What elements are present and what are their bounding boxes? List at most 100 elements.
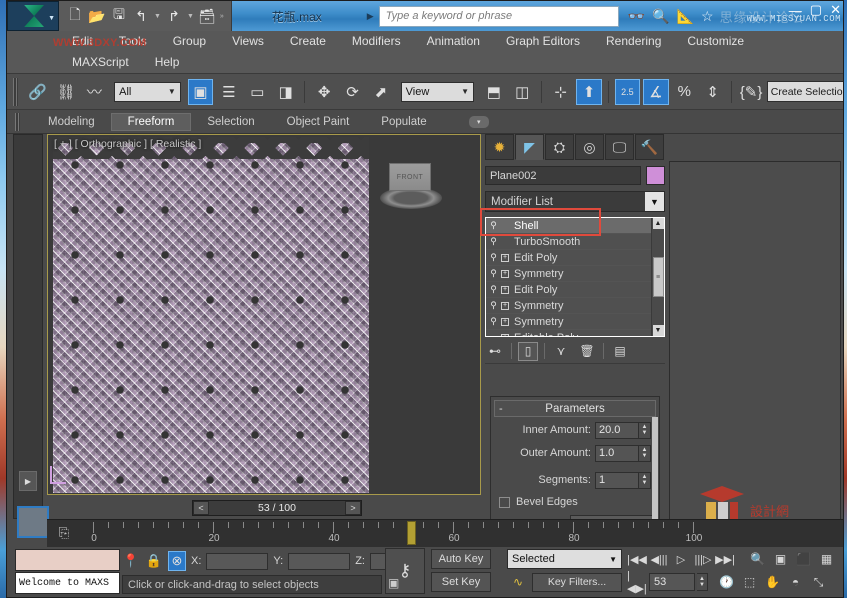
menu-rendering[interactable]: Rendering: [593, 31, 674, 52]
spinner-arrows-icon[interactable]: ▲▼: [639, 472, 651, 489]
tab-object-paint[interactable]: Object Paint: [271, 114, 366, 130]
create-selection-set-input[interactable]: Create Selection: [767, 81, 844, 102]
zoom-tool-icon[interactable]: 🔍: [747, 549, 768, 569]
reference-coordinate-dropdown[interactable]: View ▼: [401, 82, 474, 102]
expand-icon[interactable]: +: [501, 302, 509, 310]
go-to-start-button[interactable]: |◀◀: [627, 549, 647, 569]
lightbulb-icon[interactable]: ⚲: [489, 220, 498, 232]
modifier-stack-row-turbosmooth[interactable]: ⚲ + TurboSmooth: [486, 234, 651, 250]
zoom-all-icon[interactable]: ▣: [770, 549, 791, 569]
modifier-stack-list[interactable]: ⚲ + Shell ⚲ + TurboSmooth ⚲ + Edit Poly …: [485, 217, 665, 337]
key-filters-button[interactable]: Key Filters...: [532, 573, 622, 592]
ribbon-minimize-icon[interactable]: ▾: [469, 116, 489, 128]
modify-tab[interactable]: ◤: [515, 134, 544, 160]
pin-icon[interactable]: 📍: [122, 551, 140, 571]
expand-icon[interactable]: +: [501, 334, 509, 337]
x-input[interactable]: [206, 553, 268, 570]
field-of-view-icon[interactable]: ⬚: [739, 572, 760, 592]
undo-icon[interactable]: ↰: [132, 6, 150, 26]
spinner-snap-icon[interactable]: ⇕: [700, 79, 725, 105]
next-frame-button[interactable]: |||▷: [693, 549, 713, 569]
title-dropdown-icon[interactable]: ▶: [362, 11, 379, 22]
redo-icon[interactable]: ↱: [165, 6, 183, 26]
select-by-name-icon[interactable]: ☰: [216, 79, 241, 105]
create-tab[interactable]: ✹: [485, 134, 514, 160]
unlink-selection-icon[interactable]: ⛓: [53, 79, 78, 105]
key-mode-dropdown[interactable]: Selected ▼: [507, 549, 622, 569]
ribbon-grip[interactable]: [15, 113, 20, 131]
menu-modifiers[interactable]: Modifiers: [339, 31, 414, 52]
menu-views[interactable]: Views: [219, 31, 277, 52]
layer-manager-icon[interactable]: ⬆: [576, 79, 601, 105]
adaptive-degradation-icon[interactable]: ▣: [388, 576, 399, 590]
menu-graph-editors[interactable]: Graph Editors: [493, 31, 593, 52]
expand-icon[interactable]: +: [501, 254, 509, 262]
hierarchy-tab[interactable]: ⛭: [545, 134, 574, 160]
zoom-extents-all-icon[interactable]: ▦: [816, 549, 837, 569]
object-name-input[interactable]: Plane002: [485, 166, 641, 185]
toolbar-grip[interactable]: [13, 78, 18, 106]
tab-populate[interactable]: Populate: [365, 114, 442, 130]
modifier-stack-row-symmetry-3[interactable]: ⚲ + Symmetry: [486, 314, 651, 330]
play-animation-button[interactable]: ▷: [671, 549, 691, 569]
lightbulb-icon[interactable]: ⚲: [489, 316, 498, 328]
parameters-rollout-header[interactable]: - Parameters: [494, 400, 656, 417]
project-folder-icon[interactable]: 🗃: [198, 6, 216, 26]
show-end-result-button[interactable]: ▯: [518, 342, 538, 361]
inner-amount-stepper[interactable]: 20.0 ▲▼: [595, 422, 651, 439]
view-cube[interactable]: FRONT: [380, 163, 442, 211]
select-and-scale-icon[interactable]: ⬈: [368, 79, 393, 105]
time-slider-handle[interactable]: [407, 521, 416, 545]
spinner-arrows-icon[interactable]: ▲▼: [639, 422, 651, 439]
expand-icon[interactable]: +: [501, 286, 509, 294]
modifier-stack-row-shell[interactable]: ⚲ + Shell: [486, 218, 651, 234]
lightbulb-icon[interactable]: ⚲: [489, 268, 498, 280]
pin-stack-button[interactable]: ⊷: [485, 342, 505, 361]
maximize-viewport-icon[interactable]: ⤡: [808, 572, 829, 592]
viewport-label[interactable]: [ + ] [ Orthographic ] [ Realistic ]: [54, 138, 201, 150]
lightbulb-icon[interactable]: ⚲: [489, 284, 498, 296]
lightbulb-icon[interactable]: ⚲: [489, 300, 498, 312]
new-file-icon[interactable]: 🗋: [66, 6, 84, 26]
set-key-button[interactable]: Set Key: [431, 572, 491, 592]
scroll-up-arrow-icon[interactable]: ▲: [653, 218, 664, 229]
configure-modifier-sets-button[interactable]: ▤: [610, 342, 630, 361]
orbit-icon[interactable]: ◓: [785, 572, 806, 592]
collapse-icon[interactable]: -: [499, 403, 503, 415]
tab-selection[interactable]: Selection: [191, 114, 270, 130]
window-crossing-icon[interactable]: ◨: [273, 79, 298, 105]
scroll-left-arrow-icon[interactable]: <: [193, 501, 209, 515]
viewport-frame-scrollbar[interactable]: < 53 / 100 >: [192, 500, 362, 516]
mirror-icon[interactable]: ◫: [510, 79, 535, 105]
align-icon[interactable]: ⊹: [548, 79, 573, 105]
bind-to-space-warp-icon[interactable]: 〰: [82, 79, 107, 105]
scrollbar-thumb[interactable]: ≡: [653, 257, 664, 297]
percent-snap-icon[interactable]: %: [672, 79, 697, 105]
save-file-icon[interactable]: 🖫: [110, 6, 128, 26]
previous-frame-button[interactable]: ◀|||: [649, 549, 669, 569]
expand-icon[interactable]: +: [501, 318, 509, 326]
tab-freeform[interactable]: Freeform: [111, 113, 192, 131]
magnifier-icon[interactable]: 🔍: [652, 8, 669, 25]
lock-icon[interactable]: 🔒: [145, 551, 163, 571]
modifier-stack-row-edit-poly-1[interactable]: ⚲ + Edit Poly: [486, 250, 651, 266]
modifier-list-dropdown[interactable]: Modifier List ▼: [485, 191, 665, 212]
qat-overflow-icon[interactable]: »: [220, 13, 224, 20]
viewport[interactable]: [ + ] [ Orthographic ] [ Realistic ] FRO…: [47, 134, 481, 495]
expand-icon[interactable]: +: [501, 270, 509, 278]
edit-named-selection-icon[interactable]: {✎}: [738, 79, 763, 105]
select-and-rotate-icon[interactable]: ⟳: [340, 79, 365, 105]
scroll-down-arrow-icon[interactable]: ▼: [653, 325, 664, 336]
angle-snap-icon[interactable]: ∡: [643, 79, 668, 105]
pan-view-icon[interactable]: ✋: [762, 572, 783, 592]
utilities-tab[interactable]: 🔨: [635, 134, 664, 160]
select-object-icon[interactable]: ▣: [188, 79, 213, 105]
time-slider-track-bar[interactable]: ⎘ 0 20 40 60 80: [47, 519, 844, 547]
use-pivot-center-icon[interactable]: ⬒: [481, 79, 506, 105]
scroll-right-arrow-icon[interactable]: >: [345, 501, 361, 515]
modifier-stack-row-editable-poly[interactable]: + Editable Poly: [486, 330, 651, 336]
current-frame-input[interactable]: 53: [649, 573, 695, 591]
modifier-stack-row-symmetry-1[interactable]: ⚲ + Symmetry: [486, 266, 651, 282]
go-to-end-button[interactable]: ▶▶|: [715, 549, 735, 569]
menu-maxscript[interactable]: MAXScript: [59, 52, 142, 73]
